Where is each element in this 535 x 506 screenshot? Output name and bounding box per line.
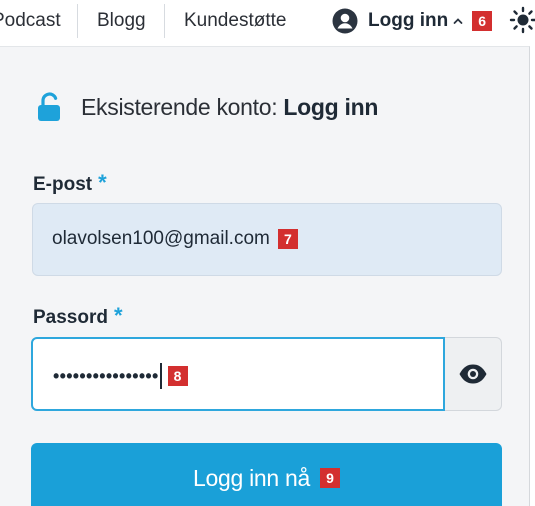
password-value: •••••••••••••••• 8 — [53, 363, 188, 389]
submit-label: Logg inn nå — [193, 464, 310, 491]
email-label-text: E-post — [33, 174, 93, 195]
login-menu-label: Logg inn — [368, 10, 449, 31]
annotation-marker: 6 — [472, 11, 493, 31]
annotation-marker: 8 — [167, 366, 188, 386]
heading-strong: Logg inn — [283, 93, 379, 120]
eye-icon — [459, 364, 487, 384]
nav-link-podcast[interactable]: Podcast — [0, 10, 61, 32]
password-label: Passord * — [33, 303, 123, 329]
user-circle-icon — [332, 8, 358, 34]
chevron-up-icon — [453, 18, 463, 24]
required-indicator: * — [98, 170, 107, 195]
login-submit-button[interactable]: Logg inn nå 9 — [31, 443, 502, 506]
heading-prefix: Eksisterende konto: — [81, 93, 284, 120]
show-password-button[interactable] — [445, 337, 502, 411]
password-label-text: Passord — [33, 307, 108, 328]
annotation-marker: 9 — [319, 468, 340, 488]
email-label: E-post * — [33, 170, 107, 196]
nav-divider — [77, 4, 78, 38]
email-value: olavolsen100@gmail.com 7 — [52, 228, 298, 250]
unlock-icon — [38, 92, 60, 121]
sun-icon[interactable] — [509, 6, 535, 34]
top-navigation: Podcast Blogg Kundestøtte Logg inn 6 — [0, 0, 535, 46]
login-heading-text: Eksisterende konto: Logg inn — [81, 94, 378, 121]
nav-divider — [164, 4, 165, 38]
annotation-marker: 7 — [277, 229, 298, 249]
email-value-text: olavolsen100@gmail.com — [52, 228, 270, 249]
email-field[interactable]: olavolsen100@gmail.com 7 — [32, 203, 502, 276]
password-masked-text: •••••••••••••••• — [53, 365, 159, 386]
text-caret — [159, 363, 162, 389]
login-heading: Eksisterende konto: Logg inn — [37, 92, 378, 122]
required-indicator: * — [113, 303, 123, 328]
nav-link-kundestotte[interactable]: Kundestøtte — [184, 10, 286, 32]
password-field[interactable]: •••••••••••••••• 8 — [31, 337, 445, 411]
login-menu-toggle[interactable]: Logg inn 6 — [332, 4, 493, 38]
nav-link-blogg[interactable]: Blogg — [97, 10, 146, 32]
